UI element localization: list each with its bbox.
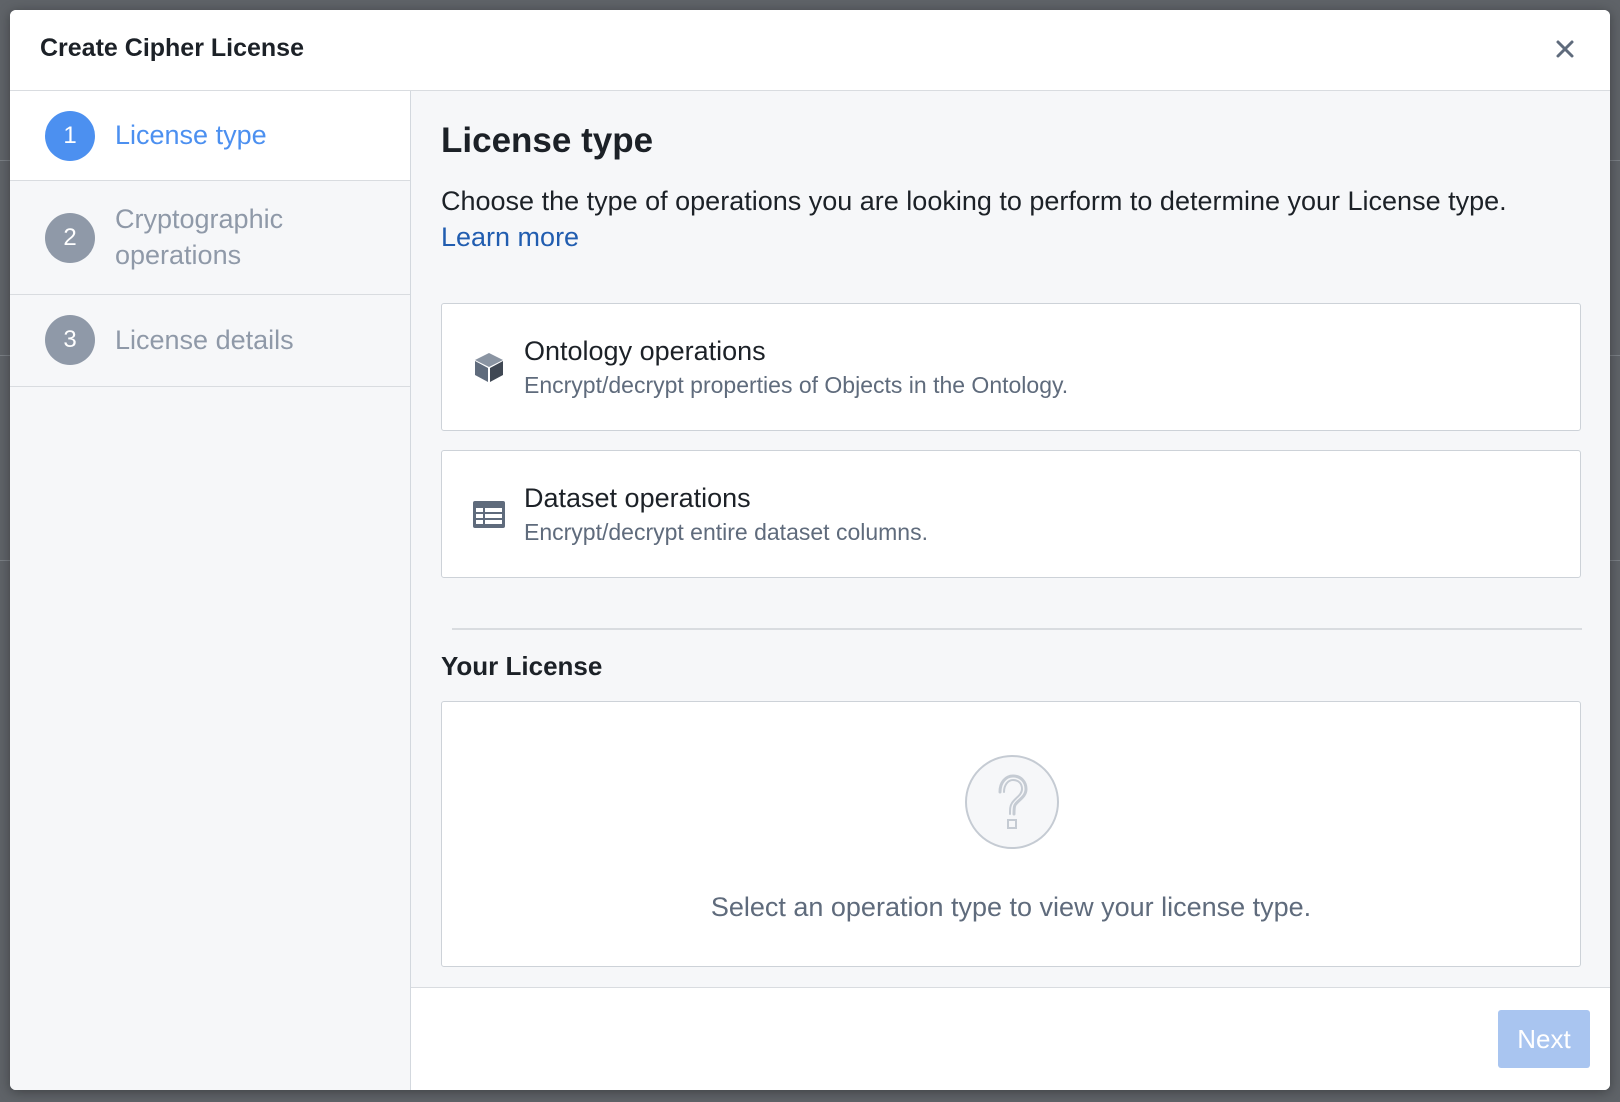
step-number-badge: 1 — [45, 111, 95, 161]
ontology-operations-card[interactable]: Ontology operations Encrypt/decrypt prop… — [441, 303, 1581, 431]
dataset-operations-card[interactable]: Dataset operations Encrypt/decrypt entir… — [441, 450, 1581, 578]
background-divider — [1610, 160, 1620, 161]
background-divider — [0, 355, 10, 356]
step-label: Cryptographic operations — [115, 204, 284, 270]
question-icon — [965, 755, 1059, 849]
step-number-badge: 2 — [45, 213, 95, 263]
step-label: License details — [115, 325, 294, 355]
step-number-badge: 3 — [45, 315, 95, 365]
section-description: Choose the type of operations you are lo… — [441, 183, 1571, 255]
step-license-details[interactable]: 3 License details — [10, 295, 410, 387]
create-license-dialog: Create Cipher License 1 License type 2 C… — [10, 10, 1610, 1090]
step-label: License type — [115, 120, 267, 150]
dialog-header: Create Cipher License — [10, 10, 1610, 91]
description-text: Choose the type of operations you are lo… — [441, 186, 1507, 216]
empty-state-text: Select an operation type to view your li… — [710, 892, 1312, 922]
operation-title: Dataset operations — [524, 483, 751, 513]
next-button[interactable]: Next — [1498, 1010, 1590, 1068]
cube-icon — [475, 353, 503, 382]
steps-sidebar: 1 License type 2 Cryptographic operation… — [10, 91, 411, 1090]
step-cryptographic-operations[interactable]: 2 Cryptographic operations — [10, 181, 410, 295]
table-icon — [473, 501, 505, 528]
operation-description: Encrypt/decrypt properties of Objects in… — [524, 372, 1069, 398]
operation-title: Ontology operations — [524, 336, 766, 366]
operation-description: Encrypt/decrypt entire dataset columns. — [524, 519, 928, 545]
step-license-type[interactable]: 1 License type — [10, 91, 410, 181]
main-panel: License type Choose the type of operatio… — [411, 91, 1610, 987]
close-icon — [1556, 40, 1574, 58]
license-preview-box: Select an operation type to view your li… — [441, 701, 1581, 967]
section-divider — [452, 628, 1582, 630]
background-divider — [1610, 355, 1620, 356]
background-divider — [0, 160, 10, 161]
background-divider — [1610, 560, 1620, 561]
dialog-footer: Next — [411, 987, 1610, 1090]
learn-more-link[interactable]: Learn more — [441, 222, 579, 252]
section-title: License type — [441, 121, 654, 160]
background-divider — [0, 560, 10, 561]
your-license-heading: Your License — [441, 651, 603, 681]
close-button[interactable] — [1550, 34, 1580, 64]
dialog-title: Create Cipher License — [40, 34, 304, 62]
